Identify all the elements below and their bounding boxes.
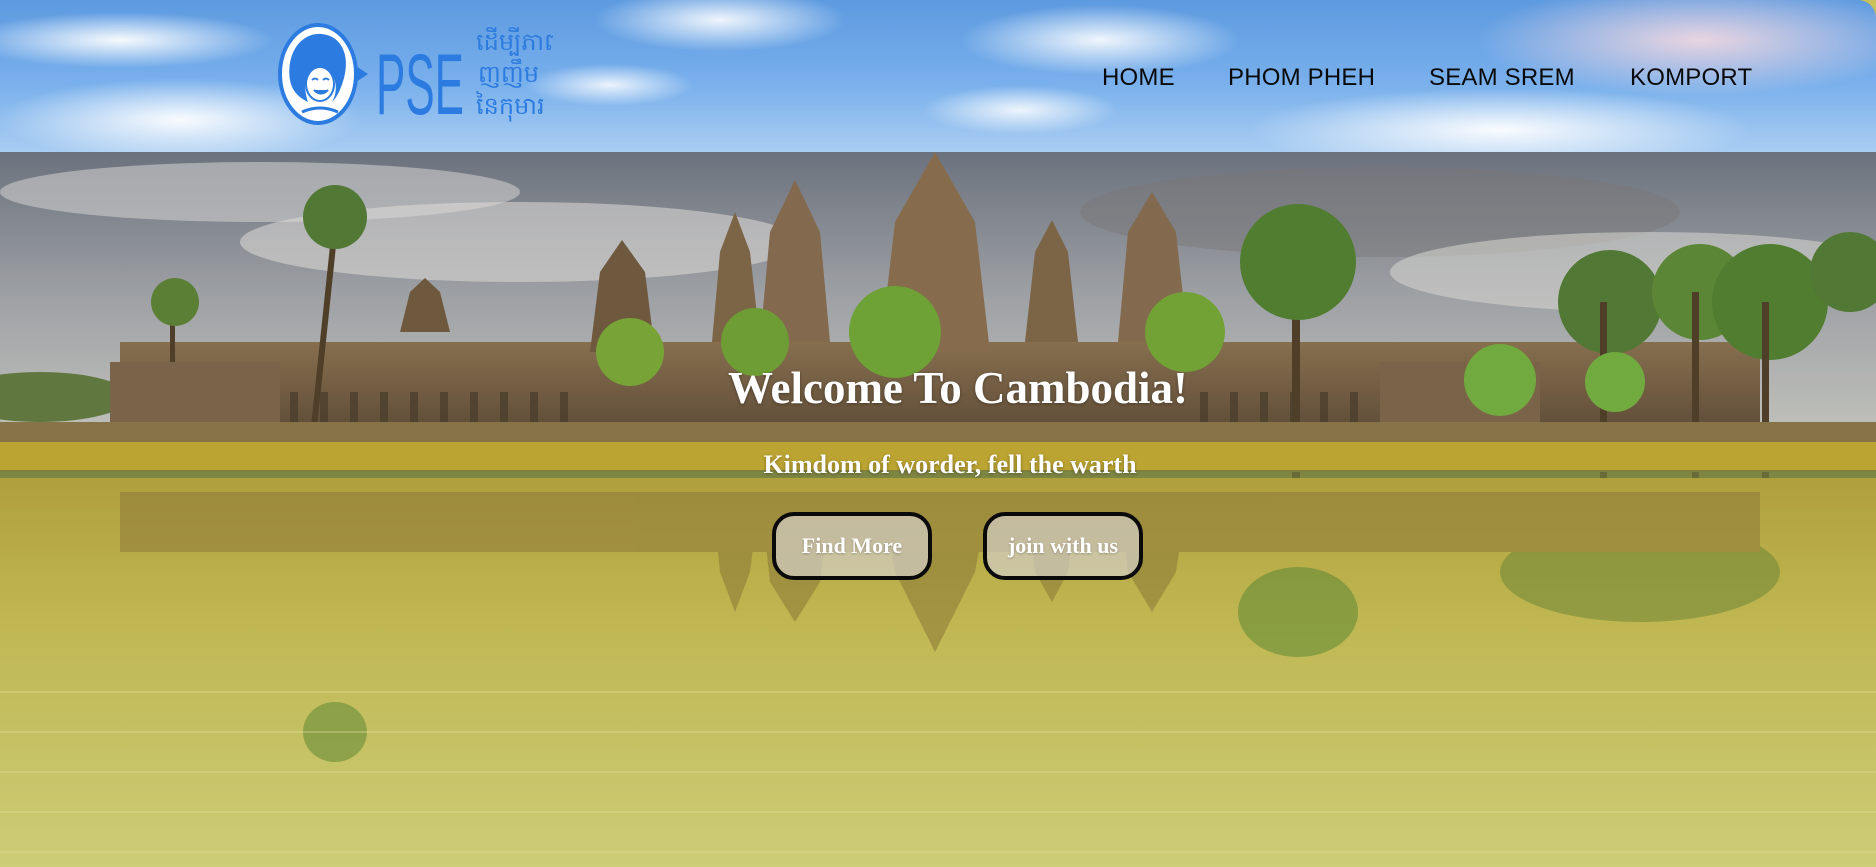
nav-item-seam-srem[interactable]: SEAM SREM: [1429, 64, 1575, 92]
logo-tagline-line-1: ដើម្បីភាព: [476, 27, 553, 56]
page: PSE ដើម្បីភាព ញញឹម នៃកុមារ HOME PHOM PHE…: [0, 0, 1876, 867]
join-with-us-button[interactable]: join with us: [983, 512, 1143, 580]
nav-item-phom-pheh[interactable]: PHOM PHEH: [1228, 64, 1375, 92]
hero-subtitle: Kimdom of worder, fell the warth: [763, 450, 1137, 479]
hero-section: Welcome To Cambodia! Kimdom of worder, f…: [0, 152, 1876, 867]
find-more-button[interactable]: Find More: [772, 512, 932, 580]
nav-item-home[interactable]: HOME: [1102, 64, 1175, 92]
hero-overlay: [0, 152, 1876, 867]
site-header: PSE ដើម្បីភាព ញញឹម នៃកុមារ HOME PHOM PHE…: [0, 0, 1876, 152]
nav-item-komport[interactable]: KOMPORT: [1630, 64, 1752, 92]
main-nav: HOME PHOM PHEH SEAM SREM KOMPORT: [0, 64, 1876, 98]
hero-title: Welcome To Cambodia!: [727, 363, 1189, 413]
